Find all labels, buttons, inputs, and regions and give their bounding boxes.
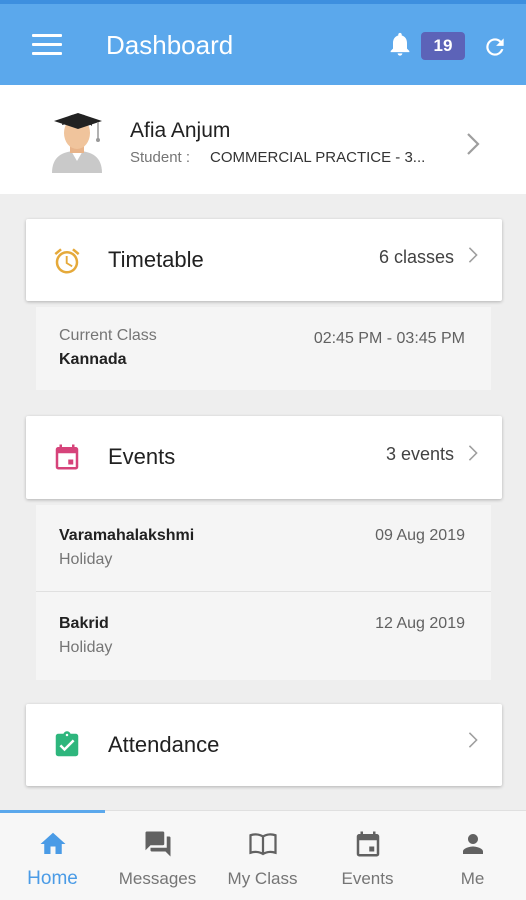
- menu-icon[interactable]: [32, 34, 62, 56]
- nav-label: Me: [460, 869, 485, 888]
- chevron-right-icon: [468, 445, 478, 461]
- student-course: COMMERCIAL PRACTICE - 3...: [210, 149, 426, 166]
- nav-label: Events: [341, 869, 394, 888]
- profile-card[interactable]: Afia Anjum Student : COMMERCIAL PRACTICE…: [0, 85, 526, 194]
- alarm-clock-icon: [54, 248, 80, 274]
- nav-label: My Class: [227, 869, 298, 888]
- messages-icon: [145, 831, 171, 857]
- page-title: Dashboard: [106, 30, 234, 60]
- current-class-value: Kannada: [59, 351, 127, 368]
- timetable-card[interactable]: Timetable 6 classes: [26, 219, 502, 301]
- clipboard-check-icon: [55, 731, 79, 757]
- class-time-range: 02:45 PM - 03:45 PM: [313, 330, 465, 347]
- calendar-icon: [356, 831, 380, 857]
- bell-icon[interactable]: [386, 28, 414, 60]
- notification-badge[interactable]: 19: [421, 32, 465, 60]
- student-name: Afia Anjum: [130, 119, 231, 142]
- event-type: Holiday: [59, 551, 113, 568]
- event-type: Holiday: [59, 639, 113, 656]
- timetable-title: Timetable: [108, 247, 204, 272]
- app-bar: Dashboard 19: [0, 4, 526, 85]
- nav-home[interactable]: Home: [0, 811, 105, 900]
- event-name: Bakrid: [59, 615, 109, 632]
- avatar: [52, 113, 102, 173]
- person-icon: [463, 834, 483, 854]
- list-item[interactable]: Varamahalakshmi Holiday 09 Aug 2019: [36, 505, 491, 591]
- book-icon: [249, 833, 277, 856]
- nav-label: Messages: [118, 869, 197, 888]
- current-class-panel: Current Class Kannada 02:45 PM - 03:45 P…: [36, 307, 491, 390]
- attendance-title: Attendance: [108, 732, 220, 757]
- refresh-icon[interactable]: [482, 34, 508, 60]
- nav-events[interactable]: Events: [315, 811, 420, 900]
- nav-me[interactable]: Me: [420, 811, 525, 900]
- chevron-right-icon: [467, 133, 480, 155]
- home-icon: [40, 832, 66, 854]
- chevron-right-icon: [468, 732, 478, 748]
- calendar-icon: [55, 444, 79, 470]
- student-role-label: Student :: [130, 149, 191, 166]
- event-date: 12 Aug 2019: [375, 615, 465, 632]
- nav-label: Home: [27, 868, 78, 889]
- attendance-card[interactable]: Attendance: [26, 704, 502, 786]
- events-title: Events: [108, 444, 176, 469]
- event-name: Varamahalakshmi: [59, 527, 195, 544]
- events-card[interactable]: Events 3 events: [26, 416, 502, 499]
- chevron-right-icon: [468, 247, 478, 263]
- bottom-navigation: Home Messages My Class Events Me: [0, 810, 526, 900]
- event-date: 09 Aug 2019: [375, 527, 465, 544]
- nav-messages[interactable]: Messages: [105, 811, 210, 900]
- list-item[interactable]: Bakrid Holiday 12 Aug 2019: [36, 592, 491, 680]
- current-class-label: Current Class: [59, 327, 157, 344]
- timetable-count: 6 classes: [378, 247, 454, 267]
- events-count: 3 events: [385, 444, 454, 464]
- nav-my-class[interactable]: My Class: [210, 811, 315, 900]
- events-list: Varamahalakshmi Holiday 09 Aug 2019 Bakr…: [36, 505, 491, 680]
